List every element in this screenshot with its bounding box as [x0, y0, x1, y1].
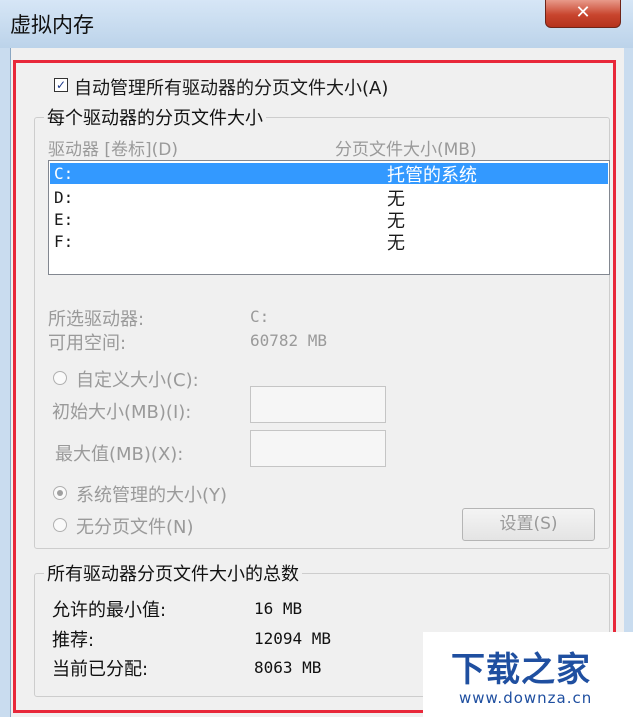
window-title: 虚拟内存: [10, 13, 94, 37]
selected-drive-value: C:: [250, 307, 270, 326]
drive-letter: F:: [54, 232, 74, 251]
watermark-text: 下载之家: [451, 650, 591, 690]
close-icon: ✕: [575, 2, 591, 23]
drive-row-c[interactable]: C: 托管的系统: [50, 163, 608, 186]
per-drive-legend: 每个驱动器的分页文件大小: [44, 104, 266, 130]
no-paging-radio[interactable]: [53, 518, 67, 532]
set-button[interactable]: 设置(S): [462, 508, 595, 541]
allocated-label: 当前已分配:: [52, 659, 149, 680]
custom-size-label[interactable]: 自定义大小(C):: [76, 366, 199, 392]
allocated-value: 8063 MB: [254, 658, 322, 677]
watermark-logo: 下载之家 www.downza.cn: [423, 632, 633, 717]
totals-legend: 所有驱动器分页文件大小的总数: [44, 560, 302, 586]
free-space-value: 60782 MB: [250, 331, 328, 350]
title-bar: 虚拟内存 ✕: [0, 0, 633, 48]
recommended-value: 12094 MB: [254, 629, 332, 648]
set-button-label: 设置(S): [499, 514, 558, 534]
paging-size: 托管的系统: [387, 165, 477, 186]
size-column-header: 分页文件大小(MB): [335, 140, 477, 160]
no-paging-label[interactable]: 无分页文件(N): [76, 513, 194, 539]
drive-listbox[interactable]: C: 托管的系统 D: 无 E: 无 F: 无: [48, 160, 610, 275]
min-allowed-value: 16 MB: [254, 599, 303, 618]
free-space-label: 可用空间:: [48, 333, 127, 354]
max-size-input[interactable]: [250, 430, 386, 467]
drive-row-f[interactable]: F: 无: [50, 231, 608, 254]
drive-letter: C:: [54, 164, 74, 183]
auto-manage-checkbox[interactable]: ✓: [54, 78, 68, 92]
paging-size: 无: [387, 233, 405, 254]
initial-size-label: 初始大小(MB)(I):: [52, 402, 192, 423]
drive-row-d[interactable]: D: 无: [50, 187, 608, 210]
system-managed-label[interactable]: 系统管理的大小(Y): [76, 481, 227, 507]
drive-letter: D:: [54, 188, 74, 207]
min-allowed-label: 允许的最小值:: [52, 600, 167, 621]
close-button[interactable]: ✕: [545, 0, 621, 28]
checkmark-icon: ✓: [55, 78, 67, 92]
recommended-label: 推荐:: [52, 630, 95, 651]
custom-size-radio[interactable]: [53, 371, 67, 385]
max-size-label: 最大值(MB)(X):: [55, 444, 184, 465]
initial-size-input[interactable]: [250, 386, 386, 423]
watermark-url: www.downza.cn: [459, 689, 593, 707]
drive-column-header: 驱动器 [卷标](D): [48, 140, 179, 160]
system-managed-radio[interactable]: [53, 486, 67, 500]
selected-drive-label: 所选驱动器:: [48, 309, 145, 330]
auto-manage-label[interactable]: 自动管理所有驱动器的分页文件大小(A): [74, 74, 388, 100]
drive-row-e[interactable]: E: 无: [50, 209, 608, 232]
drive-letter: E:: [54, 210, 74, 229]
